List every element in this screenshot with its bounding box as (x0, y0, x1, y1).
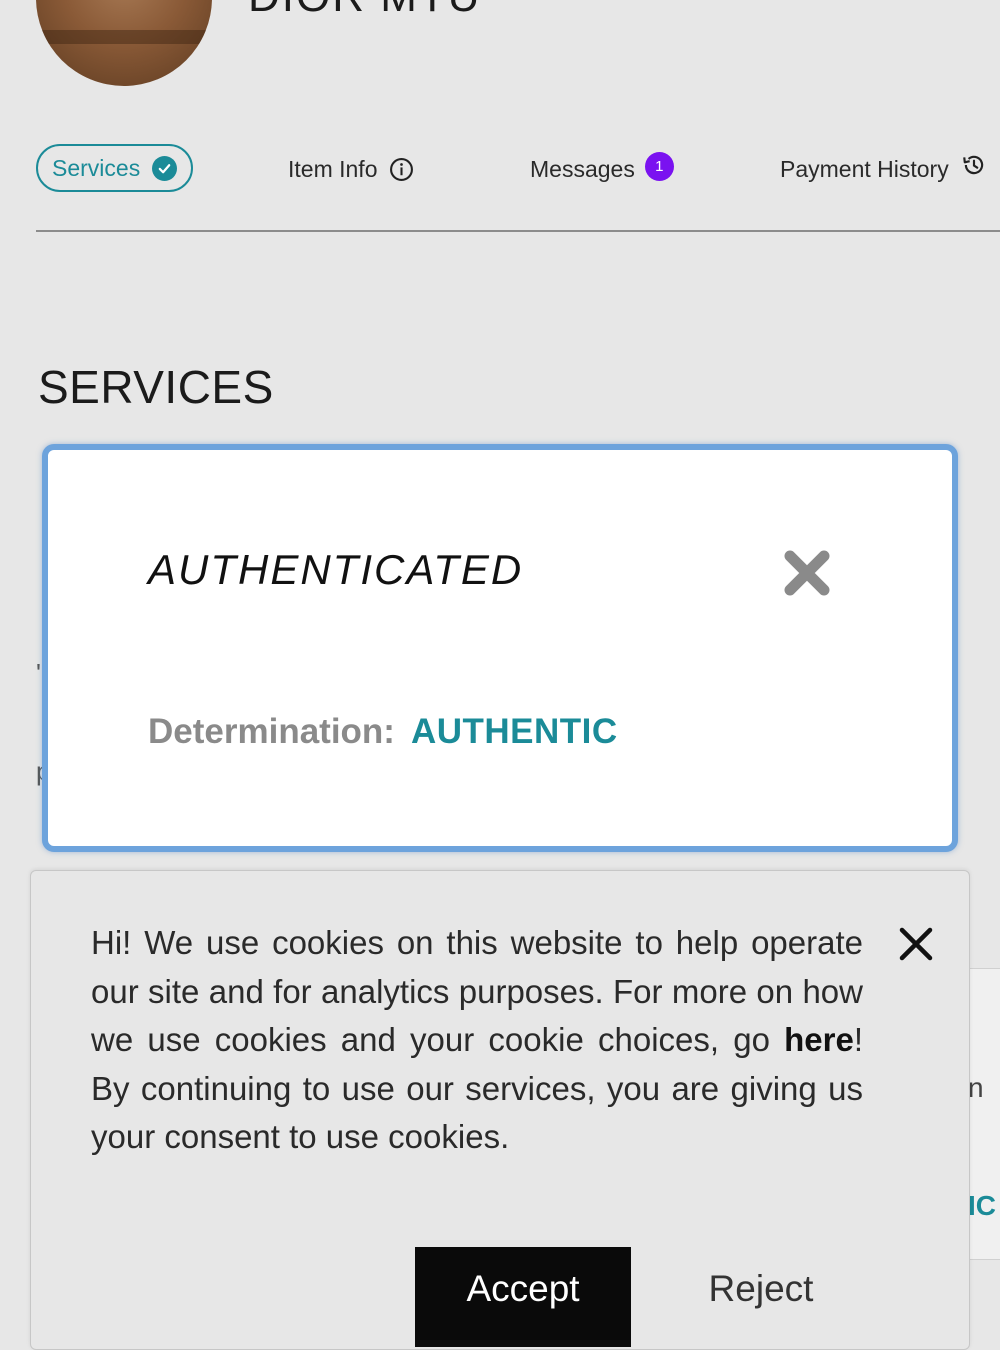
check-circle-icon (152, 155, 178, 181)
page-title: DIOR MTU (248, 0, 482, 22)
cookie-banner: Hi! We use cookies on this website to he… (30, 870, 970, 1350)
tab-services[interactable]: Services (36, 144, 194, 192)
modal-title: AUTHENTICATED (148, 546, 524, 593)
reject-button[interactable]: Reject (671, 1247, 851, 1347)
tab-services-label: Services (52, 154, 141, 181)
unread-badge: 1 (644, 151, 674, 181)
avatar (36, 0, 212, 86)
tabs-divider (36, 230, 1000, 232)
close-icon[interactable] (899, 927, 933, 961)
info-icon (389, 157, 414, 182)
determination-label: Determination: (148, 712, 395, 751)
determination-row: Determination: AUTHENTIC (148, 712, 618, 752)
cookie-policy-link[interactable]: here (784, 1021, 854, 1058)
covered-text-fragment: n (968, 1072, 984, 1103)
authentication-modal: AUTHENTICATED Determination: AUTHENTIC (42, 444, 958, 852)
section-title: SERVICES (38, 361, 274, 413)
tab-item-info[interactable]: Item Info (288, 142, 414, 196)
accept-button[interactable]: Accept (415, 1247, 631, 1347)
tab-item-info-label: Item Info (288, 155, 378, 182)
tab-payment-history[interactable]: Payment History (780, 142, 987, 196)
tab-payment-history-label: Payment History (780, 155, 949, 182)
tab-messages[interactable]: Messages 1 (530, 142, 674, 196)
history-icon (961, 152, 987, 178)
covered-text-fragment: IC (968, 1190, 996, 1221)
tab-messages-label: Messages (530, 155, 635, 182)
determination-value: AUTHENTIC (410, 712, 618, 751)
tab-bar: Services Item Info Messages 1 Payment Hi… (0, 142, 1000, 198)
cookie-message-text: Hi! We use cookies on this website to he… (91, 924, 863, 1058)
close-icon[interactable] (780, 546, 834, 600)
cookie-message: Hi! We use cookies on this website to he… (91, 919, 863, 1162)
